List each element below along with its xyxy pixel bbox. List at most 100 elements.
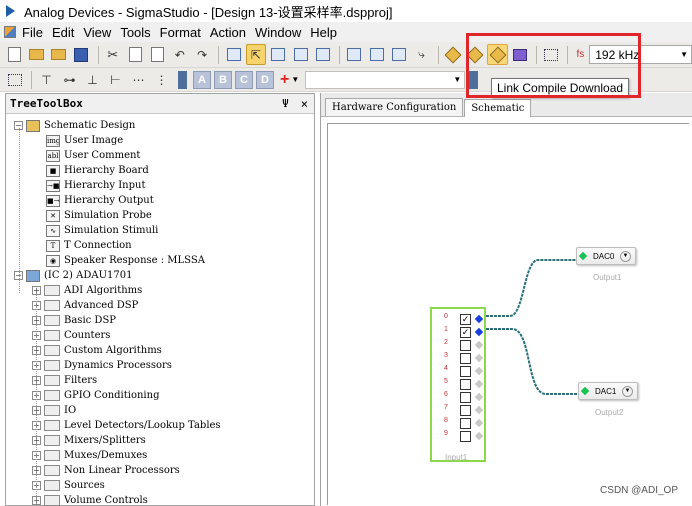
document-menu-icon[interactable]	[4, 26, 16, 38]
layout-1-button[interactable]	[268, 44, 288, 65]
menu-action[interactable]: Action	[210, 25, 246, 40]
chevron-down-icon[interactable]: ▼	[622, 385, 633, 397]
tree-folder-item[interactable]: + Sources	[32, 478, 105, 493]
tree-item-schematic[interactable]: ◉ Speaker Response : MLSSA	[46, 253, 205, 268]
channel-checkbox[interactable]	[460, 405, 471, 416]
tab-schematic[interactable]: Schematic	[464, 99, 532, 117]
channel-checkbox[interactable]: ✓	[460, 327, 471, 338]
tree-item-schematic[interactable]: abl User Comment	[46, 148, 140, 163]
channel-output-pin[interactable]	[474, 353, 484, 363]
menu-help[interactable]: Help	[310, 25, 337, 40]
channel-output-pin[interactable]	[474, 405, 484, 415]
channel-output-pin[interactable]	[474, 418, 484, 428]
channel-checkbox[interactable]	[460, 366, 471, 377]
input1-block[interactable]: 0 ✓ 1 ✓ 2 3 4 5 6 7 8 9	[430, 307, 486, 462]
channel-checkbox[interactable]	[460, 418, 471, 429]
align-bottom-button[interactable]: ⊥	[82, 69, 103, 90]
menu-edit[interactable]: Edit	[52, 25, 74, 40]
spacing-button[interactable]: ⋮	[151, 69, 172, 90]
distribute-button[interactable]: ⋯	[128, 69, 149, 90]
tree-item-schematic[interactable]: T T Connection	[46, 238, 132, 253]
tree-folder-item[interactable]: + ADI Algorithms	[32, 283, 142, 298]
channel-checkbox[interactable]	[460, 379, 471, 390]
channel-output-pin[interactable]	[474, 340, 484, 350]
tree-folder-item[interactable]: + Level Detectors/Lookup Tables	[32, 418, 221, 433]
align-left-button[interactable]: ⊢	[105, 69, 126, 90]
add-dropdown-icon[interactable]: ▼	[291, 75, 299, 84]
open-recent-button[interactable]	[49, 44, 69, 65]
new-button[interactable]	[4, 44, 24, 65]
toolbar-overflow-icon[interactable]	[178, 70, 187, 89]
save-button[interactable]	[71, 44, 91, 65]
open-button[interactable]	[26, 44, 46, 65]
channel-checkbox[interactable]	[460, 392, 471, 403]
menu-window[interactable]: Window	[255, 25, 301, 40]
pin-icon[interactable]: Ψ	[282, 97, 289, 110]
link-button[interactable]	[443, 44, 463, 65]
tree-root-ic[interactable]: − (IC 2) ADAU1701	[14, 268, 132, 283]
menu-tools[interactable]: Tools	[120, 25, 150, 40]
tree-folder-item[interactable]: + Non Linear Processors	[32, 463, 180, 478]
window-button[interactable]	[223, 44, 243, 65]
tree-item-schematic[interactable]: ■ Hierarchy Board	[46, 163, 149, 178]
menu-file[interactable]: File	[22, 25, 43, 40]
channel-checkbox[interactable]	[460, 431, 471, 442]
tree-folder-item[interactable]: + Dynamics Processors	[32, 358, 172, 373]
cut-button[interactable]: ✂	[102, 44, 122, 65]
menu-format[interactable]: Format	[160, 25, 201, 40]
color-a-button[interactable]: A	[193, 70, 211, 89]
dac0-block[interactable]: DAC0 ▼	[576, 247, 636, 265]
color-c-button[interactable]: C	[235, 70, 253, 89]
channel-checkbox[interactable]	[460, 353, 471, 364]
close-icon[interactable]: ×	[301, 97, 308, 111]
tree-item-schematic[interactable]: img User Image	[46, 133, 123, 148]
tree-folder-item[interactable]: + GPIO Conditioning	[32, 388, 159, 403]
channel-output-pin[interactable]	[474, 431, 484, 441]
channel-checkbox[interactable]: ✓	[460, 314, 471, 325]
tree-folder-item[interactable]: + Counters	[32, 328, 110, 343]
channel-output-pin[interactable]	[474, 366, 484, 376]
channel-output-pin[interactable]	[474, 327, 484, 337]
menu-view[interactable]: View	[83, 25, 111, 40]
copy-button[interactable]	[125, 44, 145, 65]
layout-2-button[interactable]	[290, 44, 310, 65]
channel-output-pin[interactable]	[474, 314, 484, 324]
dac0-input-pin[interactable]	[578, 251, 588, 261]
tree-folder-item[interactable]: + Volume Controls	[32, 493, 148, 506]
tree-folder-item[interactable]: + Muxes/Demuxes	[32, 448, 147, 463]
split-button[interactable]	[367, 44, 387, 65]
channel-output-pin[interactable]	[474, 379, 484, 389]
add-icon[interactable]: +	[280, 71, 289, 89]
align-middle-button[interactable]: ⊶	[59, 69, 80, 90]
redo-button[interactable]: ↷	[192, 44, 212, 65]
tree-folder-item[interactable]: + Mixers/Splitters	[32, 433, 146, 448]
chevron-down-icon[interactable]: ▼	[620, 250, 631, 262]
tree-folder-item[interactable]: + Filters	[32, 373, 97, 388]
dac1-block[interactable]: DAC1 ▼	[578, 382, 638, 400]
tree-folder-item[interactable]: + IO	[32, 403, 76, 418]
color-d-button[interactable]: D	[256, 70, 274, 89]
hierarchy-button[interactable]	[4, 69, 25, 90]
dac1-input-pin[interactable]	[580, 386, 590, 396]
stack-button[interactable]	[389, 44, 409, 65]
tree-item-schematic[interactable]: ✕ Simulation Probe	[46, 208, 152, 223]
tab-hardware-configuration[interactable]: Hardware Configuration	[325, 98, 464, 116]
tree-item-schematic[interactable]: ■→ Hierarchy Output	[46, 193, 154, 208]
channel-output-pin[interactable]	[474, 392, 484, 402]
color-b-button[interactable]: B	[214, 70, 232, 89]
tree-folder-item[interactable]: + Custom Algorithms	[32, 343, 162, 358]
schematic-canvas[interactable]	[321, 117, 692, 506]
tree-item-schematic[interactable]: →■ Hierarchy Input	[46, 178, 145, 193]
channel-checkbox[interactable]	[460, 340, 471, 351]
align-top-button[interactable]: ⊤	[36, 69, 57, 90]
pointer-tool-button[interactable]: ⇱	[245, 44, 267, 65]
route-button[interactable]: ⤷	[411, 44, 431, 65]
search-combo[interactable]: ▼	[305, 70, 466, 89]
tile-button[interactable]	[344, 44, 364, 65]
tree-folder-item[interactable]: + Basic DSP	[32, 313, 116, 328]
tree-root-schematic-design[interactable]: − Schematic Design	[14, 118, 135, 133]
undo-button[interactable]: ↶	[170, 44, 190, 65]
tree-folder-item[interactable]: + Advanced DSP	[32, 298, 138, 313]
layout-3-button[interactable]	[313, 44, 333, 65]
tree-item-schematic[interactable]: ∿ Simulation Stimuli	[46, 223, 158, 238]
